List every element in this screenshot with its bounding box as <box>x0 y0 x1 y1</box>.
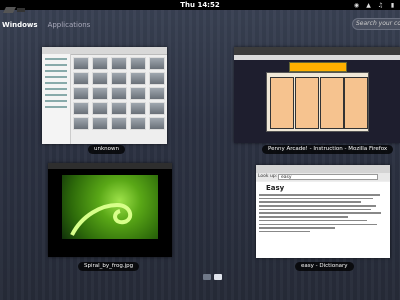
file-thumbnail <box>111 57 127 70</box>
file-thumbnail <box>149 72 165 85</box>
file-thumbnail <box>149 57 165 70</box>
window-caption[interactable]: unknown <box>88 145 125 154</box>
top-bar: Thu 14:52 ◉ ▲ ♫ ▮ <box>0 0 400 13</box>
file-thumbnail <box>92 102 108 115</box>
comic-strip <box>266 72 369 132</box>
file-thumbnail <box>92 87 108 100</box>
image-viewer-toolbar <box>48 163 172 169</box>
file-grid <box>73 57 165 142</box>
workspace-1[interactable] <box>203 274 211 280</box>
web-page <box>234 60 400 143</box>
file-thumbnail <box>149 87 165 100</box>
dictionary-search-input[interactable]: easy <box>278 174 378 180</box>
volume-icon[interactable]: ♫ <box>377 2 384 9</box>
file-thumbnail <box>111 87 127 100</box>
tab-windows[interactable]: Windows <box>0 19 38 31</box>
file-thumbnail <box>92 72 108 85</box>
file-thumbnail <box>130 102 146 115</box>
firefox-titlebar <box>234 47 400 55</box>
file-thumbnail <box>111 102 127 115</box>
lookup-label: Look up: <box>258 174 278 179</box>
file-thumbnail <box>73 57 89 70</box>
file-thumbnail <box>73 87 89 100</box>
file-thumbnail <box>92 57 108 70</box>
window-caption[interactable]: easy - Dictionary <box>295 262 354 271</box>
view-selector: Windows Applications <box>0 19 90 31</box>
battery-icon[interactable]: ▮ <box>389 2 396 9</box>
file-thumbnail <box>73 102 89 115</box>
file-thumbnail <box>130 72 146 85</box>
file-thumbnail <box>92 117 108 130</box>
tab-applications[interactable]: Applications <box>48 19 91 31</box>
window-file-manager[interactable] <box>42 47 167 144</box>
file-thumbnail <box>149 117 165 130</box>
dictionary-menubar <box>256 165 390 173</box>
file-thumbnail <box>130 87 146 100</box>
definition-text <box>259 194 386 235</box>
window-firefox[interactable] <box>234 47 400 143</box>
window-dictionary[interactable]: Look up: easy Easy <box>256 165 390 258</box>
network-icon[interactable]: ▲ <box>365 2 372 9</box>
accessibility-icon[interactable]: ◉ <box>353 2 360 9</box>
comic-panel <box>270 77 294 129</box>
comic-panel <box>295 77 319 129</box>
window-caption[interactable]: Penny Arcade! - Instruction - Mozilla Fi… <box>262 145 394 154</box>
comic-panel <box>344 77 368 129</box>
search-input[interactable]: Search your compu <box>352 18 400 30</box>
system-tray: ◉ ▲ ♫ ▮ <box>353 1 396 9</box>
definition-pane: Easy <box>256 182 390 258</box>
file-thumbnail <box>73 72 89 85</box>
file-thumbnail <box>111 117 127 130</box>
file-thumbnail <box>111 72 127 85</box>
file-manager-sidebar <box>42 54 71 144</box>
site-banner <box>289 62 347 72</box>
activities-icon[interactable] <box>2 0 28 13</box>
file-thumbnail <box>130 57 146 70</box>
window-caption[interactable]: Spiral_by_frog.jpg <box>78 262 140 271</box>
file-thumbnail <box>149 102 165 115</box>
file-thumbnail <box>130 117 146 130</box>
spiral-image <box>62 175 158 239</box>
comic-panel <box>320 77 344 129</box>
window-image-viewer[interactable] <box>48 163 172 257</box>
workspace-2[interactable] <box>214 274 222 280</box>
clock[interactable]: Thu 14:52 <box>170 0 230 10</box>
file-thumbnail <box>73 117 89 130</box>
headword: Easy <box>266 184 285 192</box>
